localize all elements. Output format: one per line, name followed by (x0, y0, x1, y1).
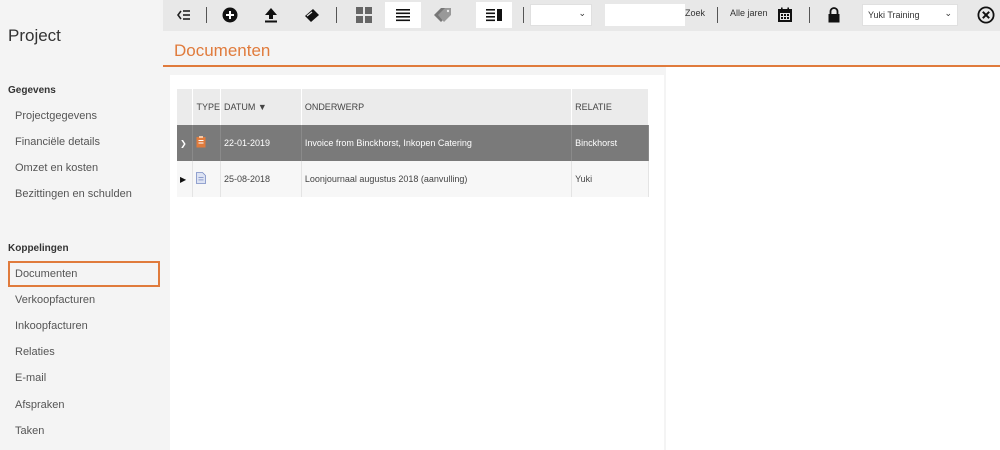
column-header-datum[interactable]: DATUM ▼ (220, 89, 302, 125)
sidebar: Project Gegevens Projectgegevens Financi… (0, 0, 163, 450)
chevron-down-icon: ⌄ (944, 8, 952, 18)
column-header-type[interactable]: TYPE (192, 89, 221, 125)
calendar-button[interactable] (767, 2, 803, 28)
type-cell (192, 161, 221, 197)
sidebar-item-documenten[interactable]: Documenten (8, 261, 160, 287)
collapse-menu-button[interactable] (166, 2, 202, 28)
toolbar-divider (336, 7, 337, 23)
page-header: Documenten (163, 31, 1000, 67)
toolbar-divider (809, 7, 810, 23)
sidebar-item-relaties[interactable]: Relaties (8, 339, 160, 365)
chevron-right-icon: ❯ (180, 139, 187, 148)
filter-select[interactable]: ⌄ (530, 4, 592, 26)
invoice-document-icon (196, 136, 206, 148)
add-icon (222, 7, 238, 23)
collapse-menu-icon (177, 10, 190, 20)
expand-row-button[interactable]: ▶ (177, 161, 194, 197)
upload-button[interactable] (253, 2, 289, 28)
relation-cell: Binckhorst (571, 125, 649, 161)
column-header-datum-label: DATUM (223, 102, 256, 112)
search-button[interactable]: Zoek (685, 8, 705, 18)
lock-button[interactable] (816, 2, 852, 28)
calendar-icon (778, 7, 792, 22)
sidebar-item-bezittingen-en-schulden[interactable]: Bezittingen en schulden (8, 181, 160, 207)
type-cell (192, 125, 221, 161)
chevron-down-icon: ⌄ (578, 8, 586, 18)
date-cell: 22-01-2019 (220, 125, 302, 161)
preview-panel (666, 67, 1000, 450)
page-title: Documenten (174, 41, 271, 60)
lock-icon (828, 7, 840, 23)
search-input[interactable] (605, 4, 685, 26)
sidebar-item-projectgegevens[interactable]: Projectgegevens (8, 103, 160, 129)
column-header-onderwerp[interactable]: ONDERWERP (301, 89, 573, 125)
table-row[interactable]: ▶ 25-08-2018 Loonjournaal augustus 2018 … (177, 161, 649, 197)
split-view-icon (486, 9, 502, 22)
section-heading-koppelingen: Koppelingen (8, 243, 69, 254)
subject-cell: Invoice from Binckhorst, Inkopen Caterin… (301, 125, 573, 161)
toolbar-divider (523, 7, 524, 23)
expand-arrow-icon: ▶ (180, 175, 187, 184)
subject-cell: Loonjournaal augustus 2018 (aanvulling) (301, 161, 573, 197)
relation-cell: Yuki (571, 161, 649, 197)
close-button[interactable] (968, 2, 1000, 28)
tag-icon (434, 8, 451, 22)
grid-view-icon (356, 7, 372, 23)
sidebar-item-inkoopfacturen[interactable]: Inkoopfacturen (8, 313, 160, 339)
administration-select[interactable]: Yuki Training ⌄ (862, 4, 958, 26)
sidebar-item-e-mail[interactable]: E-mail (8, 365, 160, 391)
sidebar-item-taken[interactable]: Taken (8, 418, 160, 444)
document-icon (196, 172, 207, 184)
expand-row-button[interactable]: ❯ (177, 125, 194, 161)
tag-button[interactable] (425, 2, 461, 28)
add-button[interactable] (212, 2, 248, 28)
grid-view-button[interactable] (346, 2, 382, 28)
administration-select-value: Yuki Training (868, 10, 920, 20)
sidebar-item-omzet-en-kosten[interactable]: Omzet en kosten (8, 155, 160, 181)
section-heading-gegevens: Gegevens (8, 85, 56, 96)
expand-column-header (177, 89, 194, 125)
sidebar-item-verkoopfacturen[interactable]: Verkoopfacturen (8, 287, 160, 313)
sidebar-title: Project (8, 26, 61, 45)
table-row[interactable]: ❯ 22-01-2019 Invoice from Binckhorst, In… (177, 125, 649, 161)
sidebar-item-afspraken[interactable]: Afspraken (8, 392, 160, 418)
year-filter-label[interactable]: Alle jaren (730, 8, 768, 18)
toolbar-divider (206, 7, 207, 23)
scan-icon (305, 9, 319, 22)
documents-table: TYPE DATUM ▼ ONDERWERP RELATIE ❯ 22-01-2… (177, 89, 649, 197)
date-cell: 25-08-2018 (220, 161, 302, 197)
column-header-relatie[interactable]: RELATIE (571, 89, 649, 125)
toolbar-divider (717, 7, 718, 23)
table-header-row: TYPE DATUM ▼ ONDERWERP RELATIE (177, 89, 649, 125)
sort-desc-icon: ▼ (257, 102, 267, 112)
split-view-button[interactable] (476, 2, 512, 28)
toolbar: ⌄ Zoek Alle jaren Yuki Training ⌄ (163, 0, 1000, 31)
list-view-button[interactable] (385, 2, 421, 28)
sidebar-item-financiele-details[interactable]: Financiële details (8, 129, 160, 155)
upload-icon (265, 8, 277, 23)
scan-button[interactable] (294, 2, 330, 28)
list-view-icon (396, 9, 410, 22)
close-icon (977, 6, 995, 24)
